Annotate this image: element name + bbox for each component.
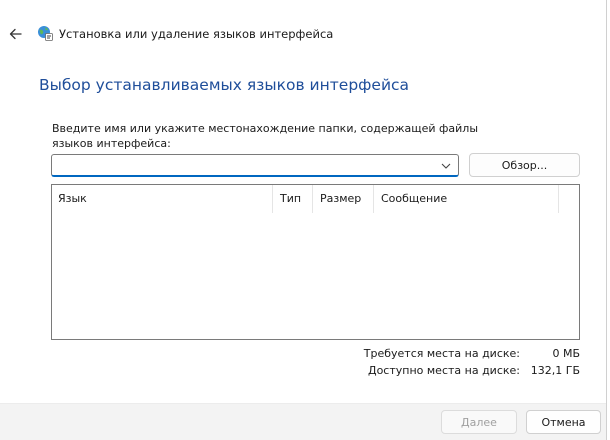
column-divider[interactable] [312, 185, 313, 213]
column-header-type[interactable]: Тип [274, 185, 312, 213]
window-right-edge [606, 0, 610, 440]
column-header-language[interactable]: Язык [52, 185, 272, 213]
path-instruction-label: Введите имя или укажите местонахождение … [52, 122, 479, 150]
browse-button[interactable]: Обзор... [469, 153, 580, 177]
globe-wizard-icon [38, 26, 53, 41]
page-title: Выбор устанавливаемых языков интерфейса [39, 76, 410, 94]
column-header-message[interactable]: Сообщение [375, 185, 555, 213]
column-divider[interactable] [373, 185, 374, 213]
disk-available-value: 132,1 ГБ [530, 364, 580, 377]
path-combobox[interactable] [51, 154, 459, 177]
disk-required-value: 0 МБ [552, 347, 580, 360]
disk-required-label: Требуется места на диске: [363, 347, 520, 360]
back-button[interactable] [4, 24, 26, 44]
column-divider[interactable] [272, 185, 273, 213]
cancel-button[interactable]: Отмена [526, 410, 601, 434]
chevron-down-icon[interactable] [440, 160, 452, 172]
wizard-title: Установка или удаление языков интерфейса [59, 27, 334, 41]
language-list[interactable]: Язык Тип Размер Сообщение [51, 184, 580, 340]
disk-available-label: Доступно места на диске: [367, 364, 520, 377]
column-header-size[interactable]: Размер [314, 185, 372, 213]
language-list-header: Язык Тип Размер Сообщение [52, 185, 579, 213]
column-divider[interactable] [558, 185, 559, 213]
arrow-left-icon [9, 28, 22, 40]
next-button[interactable]: Далее [441, 410, 517, 434]
path-input[interactable] [58, 156, 428, 175]
